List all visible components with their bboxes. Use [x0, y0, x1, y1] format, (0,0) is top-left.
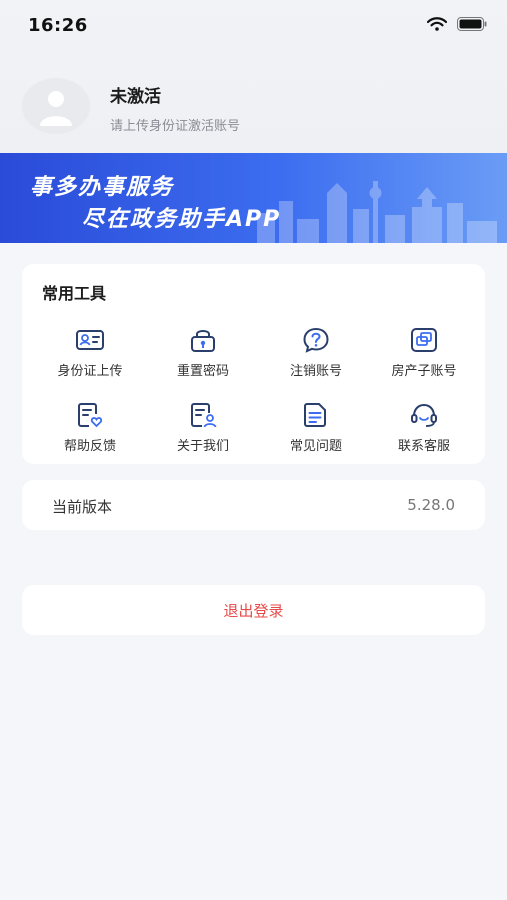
tool-help-feedback[interactable]: 帮助反馈	[32, 401, 148, 461]
lock-reset-icon	[191, 330, 215, 352]
status-bar: 16:26	[0, 0, 507, 52]
tool-label: 关于我们	[176, 439, 229, 454]
status-icons	[427, 17, 487, 31]
battery-icon	[457, 17, 487, 31]
tool-label: 联系客服	[397, 439, 450, 454]
tool-id-card-upload[interactable]: 身份证上传	[32, 326, 148, 386]
tool-label: 重置密码	[176, 364, 229, 379]
tool-label: 身份证上传	[57, 364, 123, 379]
tool-contact-support[interactable]: 联系客服	[366, 401, 482, 461]
tool-cancel-account[interactable]: 注销账号	[258, 326, 374, 386]
city-skyline-illustration	[257, 181, 497, 243]
document-icon	[304, 403, 326, 427]
version-label: 当前版本	[52, 498, 113, 516]
layers-icon	[411, 328, 437, 352]
profile-hint[interactable]: 请上传身份证激活账号	[110, 115, 240, 134]
question-icon	[303, 327, 329, 353]
common-tools-card: 常用工具 身份证上传 重置密码 注销账号 房产子账号 帮助反馈 关于我们 常见问…	[22, 264, 485, 464]
avatar[interactable]	[22, 78, 90, 134]
tool-faq[interactable]: 常见问题	[258, 401, 374, 461]
profile-status[interactable]: 未激活	[110, 82, 161, 107]
user-placeholder-icon	[40, 91, 72, 126]
wifi-icon	[427, 17, 447, 31]
tool-label: 常见问题	[289, 439, 342, 454]
headset-icon	[411, 403, 437, 427]
banner-headline: 事多办事服务	[30, 175, 175, 200]
logout-label: 退出登录	[223, 602, 284, 620]
version-row[interactable]: 当前版本 5.28.0	[22, 480, 485, 530]
logout-button[interactable]: 退出登录	[22, 585, 485, 635]
status-time: 16:26	[28, 15, 88, 36]
about-user-icon	[191, 403, 217, 428]
id-card-icon	[76, 330, 104, 350]
banner-subheadline: 尽在政务助手APP	[82, 207, 282, 232]
tools-title: 常用工具	[42, 284, 107, 303]
tool-about-us[interactable]: 关于我们	[145, 401, 261, 461]
tool-label: 帮助反馈	[63, 439, 116, 454]
tool-reset-password[interactable]: 重置密码	[145, 326, 261, 386]
promo-banner[interactable]: 事多办事服务 尽在政务助手APP	[0, 153, 507, 243]
feedback-heart-icon	[78, 403, 103, 428]
tool-label: 注销账号	[289, 364, 342, 379]
tool-label: 房产子账号	[391, 364, 457, 379]
version-value: 5.28.0	[407, 496, 455, 514]
tool-property-sub-account[interactable]: 房产子账号	[366, 326, 482, 386]
